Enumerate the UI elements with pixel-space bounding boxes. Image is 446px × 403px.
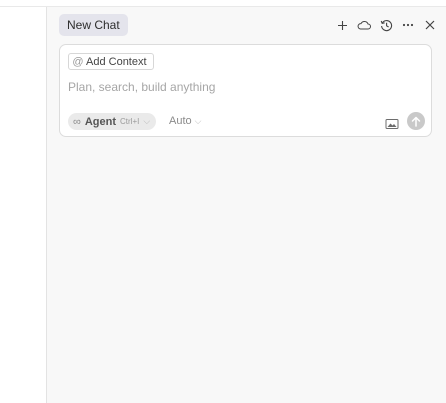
mode-label: Agent bbox=[84, 115, 117, 128]
close-button[interactable] bbox=[422, 16, 438, 34]
tab-new-chat[interactable]: New Chat bbox=[59, 14, 128, 36]
chevron-down-icon: ⌵ bbox=[143, 116, 151, 126]
mode-selector[interactable]: ∞ Agent Ctrl+I ⌵ bbox=[68, 113, 157, 130]
cloud-icon bbox=[357, 20, 371, 30]
model-label: Auto bbox=[169, 115, 192, 127]
plus-icon bbox=[337, 20, 347, 30]
attach-image-button[interactable] bbox=[385, 117, 399, 129]
image-icon bbox=[385, 119, 399, 129]
at-icon: @ bbox=[72, 55, 84, 68]
infinity-icon: ∞ bbox=[73, 115, 81, 128]
tab-title: New Chat bbox=[67, 18, 120, 32]
chat-panel: New Chat @ Add Context Plan, search, bui… bbox=[47, 7, 446, 403]
chat-input[interactable]: Plan, search, build anything bbox=[68, 80, 215, 94]
add-context-button[interactable]: @ Add Context bbox=[68, 53, 154, 70]
add-context-label: Add Context bbox=[86, 55, 147, 68]
more-button[interactable] bbox=[400, 16, 416, 34]
chat-toolbar bbox=[334, 16, 438, 34]
new-chat-button[interactable] bbox=[334, 16, 350, 34]
history-button[interactable] bbox=[378, 16, 394, 34]
mode-shortcut: Ctrl+I bbox=[120, 117, 140, 126]
chevron-down-icon: ⌵ bbox=[194, 115, 202, 126]
chat-composer: @ Add Context Plan, search, build anythi… bbox=[59, 44, 432, 137]
send-button[interactable] bbox=[407, 112, 425, 130]
history-icon bbox=[380, 19, 392, 31]
close-icon bbox=[425, 20, 435, 30]
editor-area bbox=[0, 7, 46, 403]
arrow-up-icon bbox=[411, 116, 421, 127]
more-icon bbox=[402, 23, 414, 27]
model-selector[interactable]: Auto ⌵ bbox=[169, 115, 201, 127]
cloud-button[interactable] bbox=[356, 16, 372, 34]
